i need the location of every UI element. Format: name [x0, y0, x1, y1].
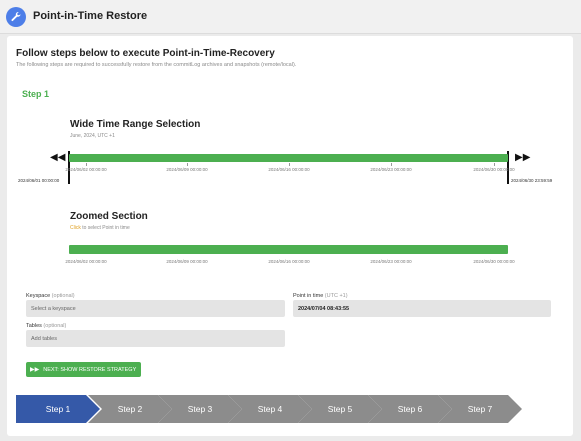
page-title: Point-in-Time Restore — [33, 10, 148, 22]
optional-tag: (optional) — [50, 293, 75, 299]
point-in-time-input[interactable]: 2024/07/04 08:43:55 — [293, 300, 551, 317]
zoomed-tick-label: 2024/06/02 00:00:00 — [65, 259, 107, 264]
wide-tick-label: 2024/06/23 00:00:00 — [370, 167, 412, 172]
range-start-label: 2024/06/01 00:00:00 — [18, 178, 60, 183]
wrench-icon — [6, 7, 26, 27]
click-hint: Click — [70, 225, 81, 231]
zoomed-section-subtitle: Click to select Point in time — [70, 225, 130, 231]
timezone-tag: (UTC +1) — [323, 293, 348, 299]
tick-mark — [187, 163, 188, 166]
zoomed-range-bar[interactable] — [69, 245, 508, 254]
tick-mark — [289, 163, 290, 166]
tables-input[interactable]: Add tables — [26, 330, 285, 347]
zoomed-tick-label: 2024/06/16 00:00:00 — [268, 259, 310, 264]
tick-mark — [86, 163, 87, 166]
zoomed-section-title: Zoomed Section — [70, 211, 148, 222]
range-end-label: 2024/06/30 23:59:59 — [511, 178, 553, 183]
step-indicator-7[interactable]: Step 7 — [438, 395, 522, 423]
step-label: Step 5 — [327, 404, 353, 414]
next-button-label: NEXT: SHOW RESTORE STRATEGY — [43, 366, 137, 373]
fast-forward-icon[interactable]: ▶▶ — [515, 153, 530, 163]
app-header: Point-in-Time Restore — [0, 0, 581, 34]
wide-tick-label: 2024/06/16 00:00:00 — [268, 167, 310, 172]
point-in-time-label-text: Point in time — [293, 293, 324, 299]
wide-tick-label: 2024/06/09 00:00:00 — [166, 167, 208, 172]
step-label: Step 4 — [257, 404, 283, 414]
step-label: Step 6 — [397, 404, 423, 414]
intro-title: Follow steps below to execute Point-in-T… — [16, 48, 275, 59]
wide-tick-label: 2024/06/30 00:00:00 — [473, 167, 515, 172]
optional-tag: (optional) — [41, 323, 67, 329]
step-progress: Step 1 Step 2 Step 3 Step 4 Step 5 Step … — [16, 395, 526, 423]
step-label: Step 2 — [117, 404, 143, 414]
tick-mark — [391, 163, 392, 166]
tables-label: Tables (optional) — [26, 323, 66, 329]
wide-range-bar[interactable] — [69, 154, 508, 162]
keyspace-label: Keyspace (optional) — [26, 293, 75, 299]
keyspace-select[interactable]: Select a keyspace — [26, 300, 285, 317]
keyspace-label-text: Keyspace — [26, 293, 51, 299]
double-arrow-icon: ▶▶ — [30, 367, 40, 373]
wide-tick-label: 2024/06/02 00:00:00 — [65, 167, 107, 172]
rewind-icon[interactable]: ◀◀ — [50, 153, 65, 163]
tick-mark — [494, 163, 495, 166]
zoomed-tick-label: 2024/06/23 00:00:00 — [370, 259, 412, 264]
wide-range-title: Wide Time Range Selection — [70, 119, 201, 130]
step-label: Step 1 — [45, 404, 71, 414]
wide-range-subtitle: June, 2024, UTC +1 — [70, 133, 115, 139]
zoomed-hint-text: to select Point in time — [80, 225, 130, 231]
step-heading: Step 1 — [22, 89, 50, 99]
next-show-restore-strategy-button[interactable]: ▶▶ NEXT: SHOW RESTORE STRATEGY — [26, 362, 141, 377]
intro-subtitle: The following steps are required to succ… — [16, 62, 297, 68]
zoomed-tick-label: 2024/06/09 00:00:00 — [166, 259, 208, 264]
tables-label-text: Tables — [26, 323, 42, 329]
step-label: Step 3 — [187, 404, 213, 414]
step-label: Step 7 — [467, 404, 493, 414]
zoomed-tick-label: 2024/06/30 00:00:00 — [473, 259, 515, 264]
point-in-time-label: Point in time (UTC +1) — [293, 293, 348, 299]
